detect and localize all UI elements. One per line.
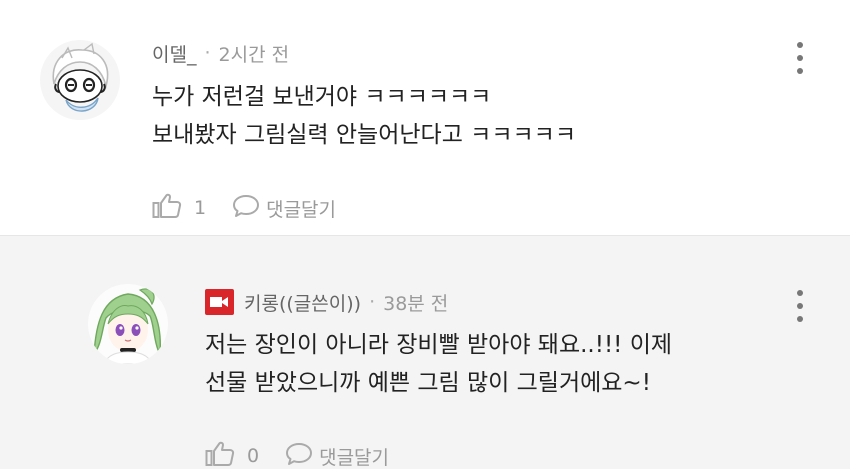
- like-button[interactable]: 0: [205, 441, 259, 469]
- reply-button[interactable]: 댓글달기: [232, 193, 336, 224]
- author-name[interactable]: 이델_: [152, 40, 196, 67]
- comment-line: 누가 저런걸 보낸거야 ㅋㅋㅋㅋㅋㅋ: [152, 84, 492, 110]
- like-button[interactable]: 1: [152, 193, 206, 224]
- comment-meta: 키롱((글쓴이)) · 38분 전: [205, 287, 448, 317]
- avatar[interactable]: [88, 284, 168, 364]
- more-vertical-icon[interactable]: [795, 40, 805, 76]
- comment-line: 선물 받았으니까 예쁜 그림 많이 그릴거에요~!: [205, 370, 651, 396]
- comment-actions: 1 댓글달기: [152, 193, 336, 223]
- author-name[interactable]: 키롱((글쓴이)): [244, 289, 361, 316]
- thumbs-up-icon: [152, 193, 182, 224]
- reply-label: 댓글달기: [266, 198, 337, 221]
- more-vertical-icon[interactable]: [795, 288, 805, 324]
- timestamp: 38분 전: [383, 292, 449, 315]
- like-count: 1: [194, 197, 207, 219]
- timestamp: 2시간 전: [218, 43, 290, 66]
- comment-body: 저는 장인이 아니라 장비빨 받아야 돼요..!!! 이제 선물 받았으니까 예…: [205, 326, 672, 402]
- comment-actions: 0 댓글달기: [205, 441, 389, 469]
- video-camera-icon: [205, 289, 234, 315]
- separator-dot: ·: [204, 42, 211, 64]
- comment-line: 저는 장인이 아니라 장비빨 받아야 돼요..!!! 이제: [205, 332, 673, 358]
- reply-button[interactable]: 댓글달기: [285, 441, 389, 469]
- comment-line: 보내봤자 그림실력 안늘어난다고 ㅋㅋㅋㅋㅋ: [152, 122, 576, 148]
- comment-meta: 이델_ · 2시간 전: [152, 38, 289, 68]
- avatar[interactable]: [40, 40, 120, 120]
- speech-bubble-icon: [232, 193, 260, 224]
- separator-dot: ·: [369, 291, 376, 313]
- speech-bubble-icon: [285, 441, 313, 469]
- thumbs-up-icon: [205, 441, 235, 469]
- reply-label: 댓글달기: [319, 446, 390, 469]
- like-count: 0: [247, 445, 260, 467]
- comment-item: 이델_ · 2시간 전 누가 저런걸 보낸거야 ㅋㅋㅋㅋㅋㅋ 보내봤자 그림실력…: [0, 0, 850, 235]
- comment-body: 누가 저런걸 보낸거야 ㅋㅋㅋㅋㅋㅋ 보내봤자 그림실력 안늘어난다고 ㅋㅋㅋㅋ…: [152, 78, 576, 154]
